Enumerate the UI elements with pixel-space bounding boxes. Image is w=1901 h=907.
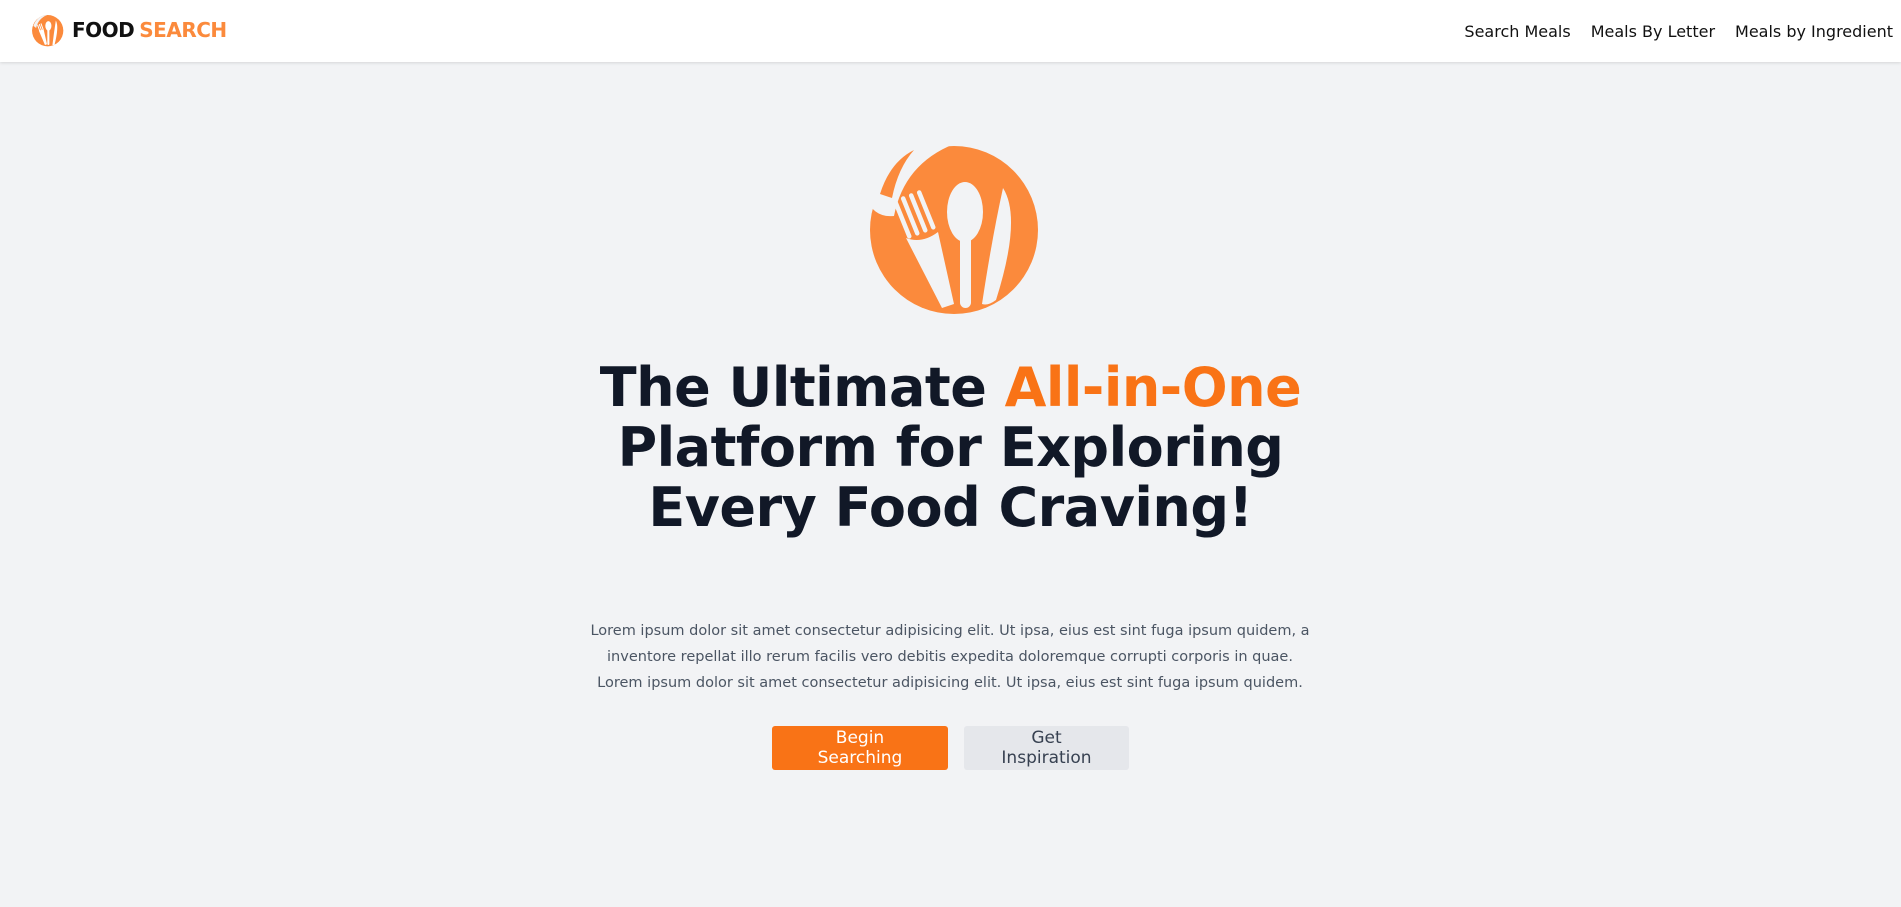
headline-line2: Platform for Exploring <box>617 416 1284 479</box>
brand-name-search: SEARCH <box>139 18 227 42</box>
utensils-plate-icon <box>32 14 64 47</box>
headline-accent: All-in-One <box>1004 356 1302 419</box>
utensils-plate-icon <box>866 143 1038 314</box>
brand[interactable]: FOOD SEARCH <box>30 12 227 48</box>
nav-meals-by-letter[interactable]: Meals By Letter <box>1591 22 1715 41</box>
brand-name: FOOD SEARCH <box>72 18 227 42</box>
nav-meals-by-ingredient[interactable]: Meals by Ingredient <box>1735 22 1893 41</box>
brand-name-food: FOOD <box>72 18 135 42</box>
get-inspiration-button[interactable]: Get Inspiration <box>964 726 1129 770</box>
hero-actions: Begin Searching Get Inspiration <box>0 726 1901 770</box>
hero-headline: The Ultimate All-in-One Platform for Exp… <box>0 358 1901 538</box>
headline-part1: The Ultimate <box>599 356 1005 419</box>
main-nav: Search Meals Meals By Letter Meals by In… <box>1444 0 1893 62</box>
nav-search-meals[interactable]: Search Meals <box>1464 22 1570 41</box>
hero-description: Lorem ipsum dolor sit amet consectetur a… <box>590 623 1310 691</box>
headline-line3: Every Food Craving! <box>648 476 1253 539</box>
top-navbar: FOOD SEARCH Search Meals Meals By Letter … <box>0 0 1901 62</box>
begin-searching-button[interactable]: Begin Searching <box>772 726 948 770</box>
